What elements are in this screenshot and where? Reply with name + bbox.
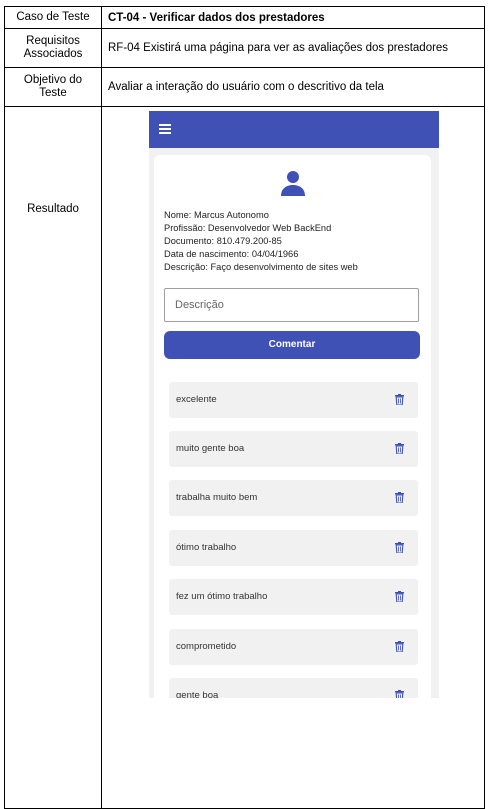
trash-icon[interactable] xyxy=(395,591,404,602)
result-cell: Nome: Marcus Autonomo Profissão: Desenvo… xyxy=(101,106,485,809)
objective-label-line2: Teste xyxy=(39,87,67,99)
comment-text: comprometido xyxy=(176,641,237,652)
trash-icon[interactable] xyxy=(395,443,404,454)
app-screenshot: Nome: Marcus Autonomo Profissão: Desenvo… xyxy=(149,111,439,698)
trash-icon[interactable] xyxy=(395,641,404,652)
profile-document: Documento: 810.479.200-85 xyxy=(164,236,282,246)
requirements-label-line2: Associados xyxy=(23,48,83,60)
trash-icon[interactable] xyxy=(395,492,404,503)
trash-icon[interactable] xyxy=(395,394,404,405)
comment-text: muito gente boa xyxy=(176,443,245,454)
comment-text: trabalha muito bem xyxy=(176,492,258,503)
comment-button[interactable]: Comentar xyxy=(164,331,420,359)
comment-item: comprometido xyxy=(169,629,418,665)
objective-label: Objetivo do Teste xyxy=(4,67,102,107)
trash-icon[interactable] xyxy=(395,690,404,698)
requirements-value: RF-04 Existirá uma página para ver as av… xyxy=(101,28,485,68)
profile-profession: Profissão: Desenvolvedor Web BackEnd xyxy=(164,223,332,233)
comment-item: muito gente boa xyxy=(169,431,418,467)
comment-text: gente boa xyxy=(176,690,219,698)
result-label: Resultado xyxy=(4,106,102,809)
comment-item: trabalha muito bem xyxy=(169,480,418,516)
app-bar xyxy=(149,111,439,148)
test-case-value: CT-04 - Verificar dados dos prestadores xyxy=(101,6,485,29)
test-case-label: Caso de Teste xyxy=(4,6,102,29)
comment-item: ótimo trabalho xyxy=(169,530,418,566)
person-icon xyxy=(281,171,305,196)
comment-text: excelente xyxy=(176,394,217,405)
profile-card: Nome: Marcus Autonomo Profissão: Desenvo… xyxy=(154,155,431,698)
comment-item: fez um ótimo trabalho xyxy=(169,579,418,615)
comment-text: ótimo trabalho xyxy=(176,542,237,553)
comment-text: fez um ótimo trabalho xyxy=(176,591,268,602)
test-case-table: Caso de Teste CT-04 - Verificar dados do… xyxy=(4,6,485,809)
requirements-label-line1: Requisitos xyxy=(26,35,80,47)
trash-icon[interactable] xyxy=(395,542,404,553)
profile-birth-date: Data de nascimento: 04/04/1966 xyxy=(164,249,299,259)
requirements-label: Requisitos Associados xyxy=(4,28,102,68)
objective-label-line1: Objetivo do xyxy=(23,74,83,86)
hamburger-menu-icon[interactable] xyxy=(159,124,171,134)
profile-name: Nome: Marcus Autonomo xyxy=(164,210,269,220)
profile-info: Nome: Marcus Autonomo Profissão: Desenvo… xyxy=(164,209,358,274)
comment-item: excelente xyxy=(169,382,418,418)
comment-item: gente boa xyxy=(169,678,418,698)
objective-value: Avaliar a interação do usuário com o des… xyxy=(101,67,485,107)
profile-description: Descrição: Faço desenvolvimento de sites… xyxy=(164,262,358,272)
description-input[interactable]: Descrição xyxy=(164,288,419,322)
